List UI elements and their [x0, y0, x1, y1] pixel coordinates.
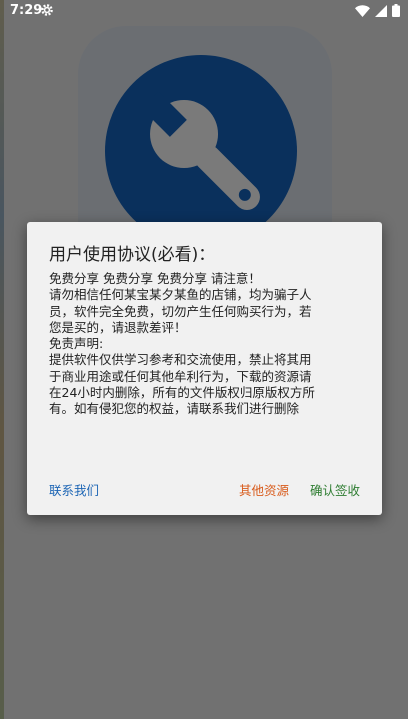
contact-us-button[interactable]: 联系我们: [49, 480, 99, 499]
wifi-icon: [355, 4, 370, 21]
message-line: 于商业用途或任何其他牟利行为，下载的资源请: [49, 368, 312, 384]
user-agreement-dialog: 用户使用协议(必看)： 免费分享 免费分享 免费分享 请注意！ 请勿相信任何某宝…: [27, 222, 382, 515]
dialog-actions: 联系我们 其他资源 确认签收: [27, 480, 382, 502]
message-line: 您是买的，请退款差评！: [49, 319, 187, 335]
message-line: 有。如有侵犯您的权益，请联系我们进行删除: [49, 401, 300, 417]
other-resources-button[interactable]: 其他资源: [239, 480, 289, 499]
dialog-title: 用户使用协议(必看)：: [49, 245, 216, 265]
message-line: 免责声明:: [49, 336, 104, 352]
gear-icon: [40, 3, 54, 17]
message-line: 提供软件仅供学习参考和交流使用，禁止将其用: [49, 352, 312, 368]
confirm-receipt-button[interactable]: 确认签收: [310, 480, 360, 499]
message-line: 免费分享 免费分享 免费分享 请注意！: [49, 271, 261, 286]
status-bar: 7:29: [0, 0, 408, 24]
message-line: 请勿相信任何某宝某夕某鱼的店铺，均为骗子人: [49, 287, 312, 303]
message-line: 员，软件完全免费，切勿产生任何购买行为，若: [49, 303, 312, 319]
status-time: 7:29: [10, 3, 43, 18]
message-line: 在24小时内删除，所有的文件版权归原版权方所: [49, 385, 315, 401]
battery-icon: [392, 4, 400, 21]
signal-icon: [375, 4, 387, 21]
status-icons: [355, 4, 400, 21]
screen: 7:29 用户使用协议(必看)： 免费分享 免费分享 免费分享 请注意！ 请勿相…: [0, 0, 408, 719]
dialog-message: 免费分享 免费分享 免费分享 请注意！ 请勿相信任何某宝某夕某鱼的店铺，均为骗子…: [49, 271, 367, 418]
